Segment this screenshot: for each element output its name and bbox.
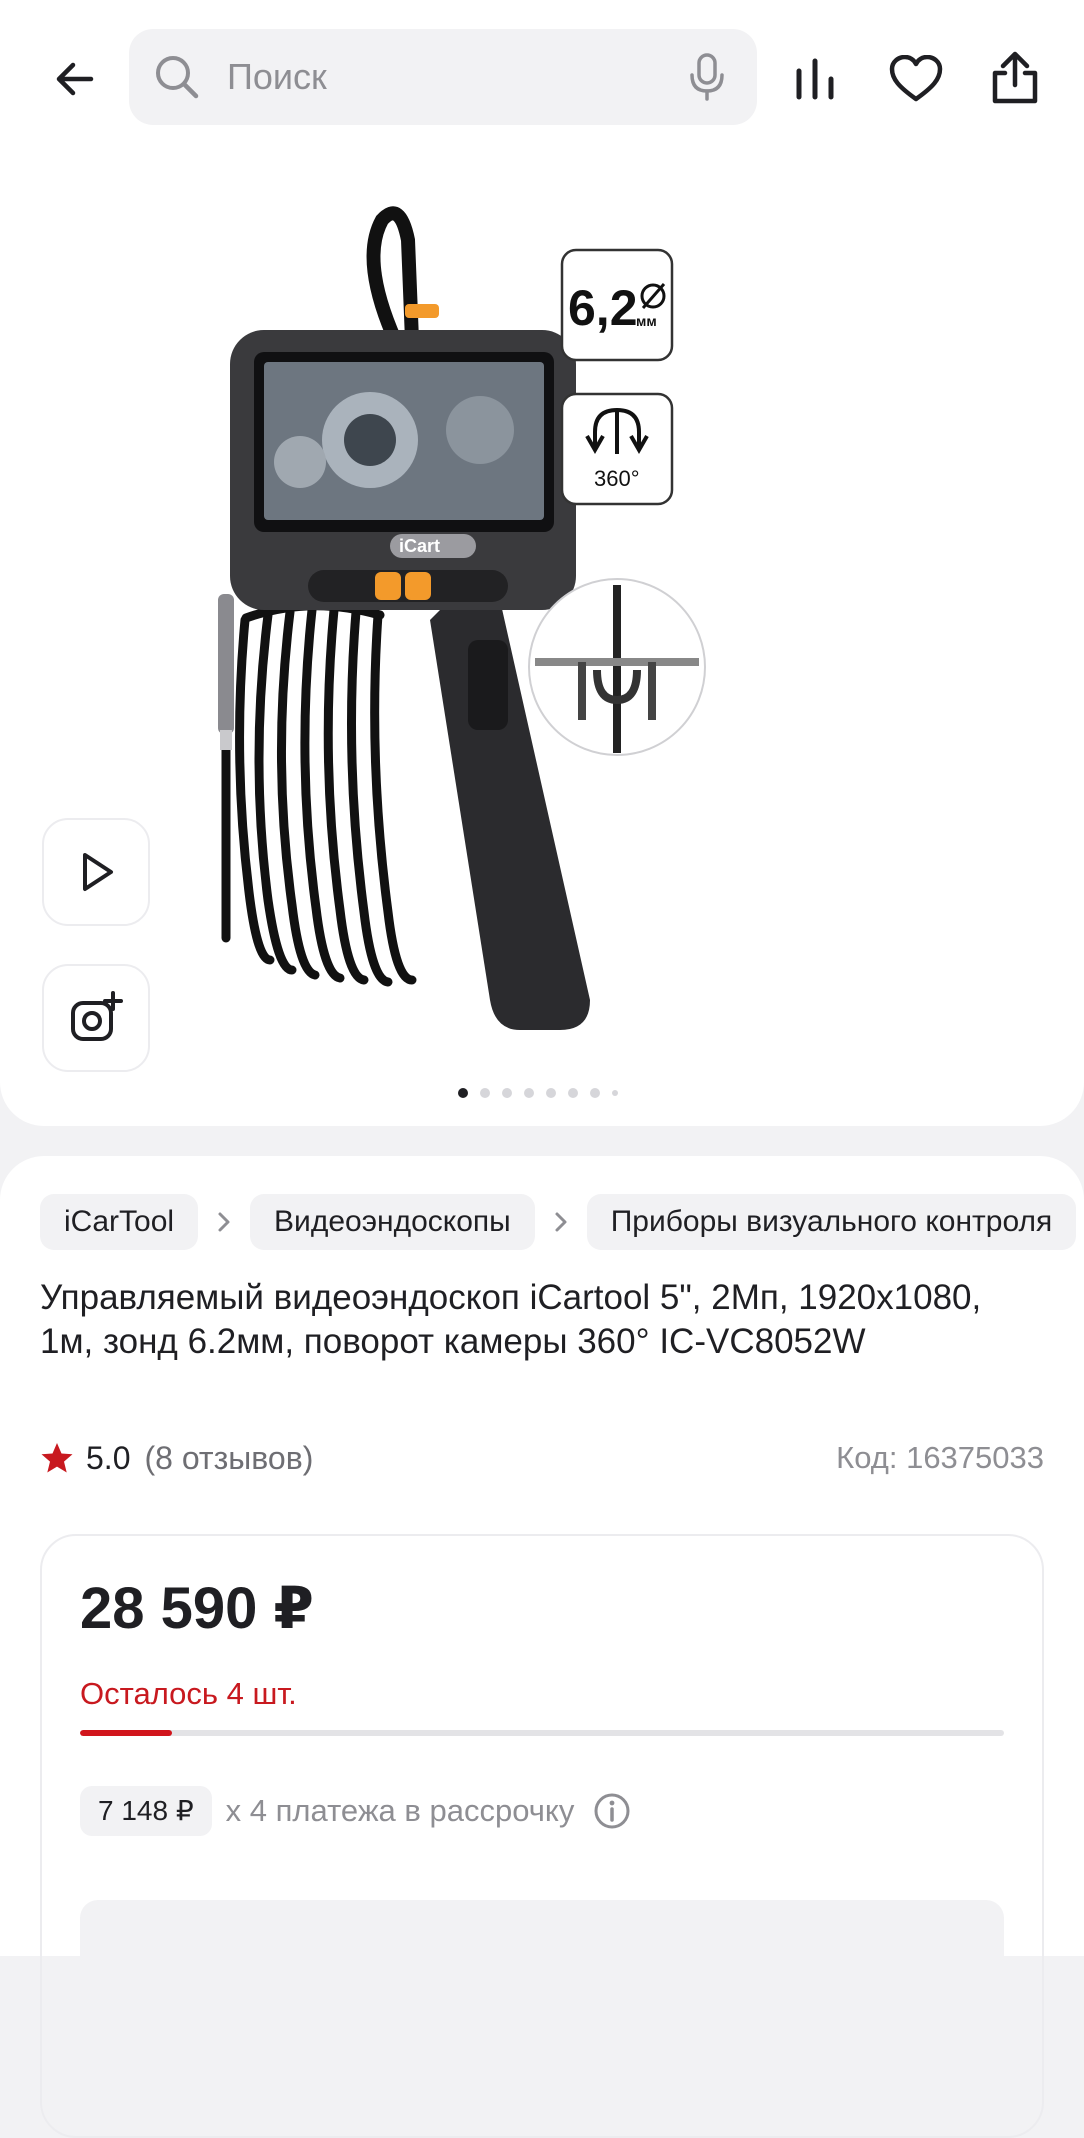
pagination-dot[interactable] xyxy=(590,1088,600,1098)
gallery-pagination[interactable] xyxy=(458,1088,618,1098)
heart-icon xyxy=(889,55,943,102)
pagination-dot[interactable] xyxy=(480,1088,490,1098)
rating-row: 5.0 (8 отзывов) Код: 16375033 xyxy=(40,1436,1044,1480)
play-icon xyxy=(83,853,113,891)
compare-button[interactable] xyxy=(780,44,850,114)
device-brand-label: iCart xyxy=(399,536,440,556)
pagination-dot[interactable] xyxy=(546,1088,556,1098)
product-gallery-card: Поиск iCart 6,2 мм 360° xyxy=(0,0,1084,1126)
chevron-right-icon xyxy=(535,1210,587,1234)
share-button[interactable] xyxy=(980,42,1050,114)
back-arrow-icon xyxy=(56,62,94,96)
photo-button[interactable] xyxy=(42,964,150,1072)
favorite-button[interactable] xyxy=(880,44,952,114)
product-info-card: iCarTool Видеоэндоскопы Приборы визуальн… xyxy=(0,1156,1084,2138)
stock-progress-bar xyxy=(80,1730,1004,1736)
price: 28 590 ₽ xyxy=(80,1576,314,1641)
price-block: 28 590 ₽ Осталось 4 шт. 7 148 ₽ x 4 плат… xyxy=(40,1534,1044,2138)
top-cable-illustration xyxy=(366,206,419,347)
mic-icon[interactable] xyxy=(683,51,731,103)
search-icon xyxy=(156,56,199,99)
info-icon[interactable] xyxy=(592,1791,632,1831)
installment-amount: 7 148 ₽ xyxy=(80,1786,212,1836)
share-icon xyxy=(992,51,1038,104)
add-photo-icon xyxy=(71,991,123,1041)
search-input[interactable]: Поиск xyxy=(129,29,757,125)
payment-option-panel[interactable] xyxy=(80,1900,1004,1980)
rotation-badge-value: 360° xyxy=(594,466,640,491)
diameter-badge: 6,2 мм xyxy=(560,248,674,362)
breadcrumb-item-brand[interactable]: iCarTool xyxy=(40,1194,199,1250)
rotation-badge: 360° xyxy=(560,392,674,506)
installment-row: 7 148 ₽ x 4 платежа в рассрочку xyxy=(80,1786,632,1836)
pagination-dot[interactable] xyxy=(524,1088,534,1098)
stock-remaining: Осталось 4 шт. xyxy=(80,1676,297,1711)
breadcrumb-item-parent-category[interactable]: Приборы визуального контроля xyxy=(586,1194,1077,1250)
pagination-dot[interactable] xyxy=(568,1088,578,1098)
pagination-dot[interactable] xyxy=(612,1090,618,1096)
product-title: Управляемый видеоэндоскоп iCartool 5", 2… xyxy=(40,1278,982,1361)
top-bar: Поиск xyxy=(0,0,1084,150)
probe-articulation-circle xyxy=(528,578,706,756)
probe-tip-illustration xyxy=(218,594,234,734)
reviews-link[interactable]: (8 отзывов) xyxy=(144,1440,313,1477)
probe-cable-illustration xyxy=(221,595,417,987)
diameter-badge-value: 6,2 xyxy=(568,280,638,336)
search-placeholder: Поиск xyxy=(227,56,327,97)
star-icon xyxy=(41,1443,73,1473)
diameter-badge-unit: мм xyxy=(636,313,657,329)
video-button[interactable] xyxy=(42,818,150,926)
installment-text: x 4 платежа в рассрочку xyxy=(225,1793,575,1828)
pagination-dot[interactable] xyxy=(458,1088,468,1098)
product-code: Код: 16375033 xyxy=(836,1440,1044,1475)
rating-value: 5.0 xyxy=(86,1439,131,1476)
breadcrumb: iCarTool Видеоэндоскопы Приборы визуальн… xyxy=(40,1194,1077,1250)
compare-icon xyxy=(796,58,834,100)
stock-progress-fill xyxy=(80,1730,173,1736)
back-button[interactable] xyxy=(40,44,110,114)
chevron-right-icon xyxy=(198,1210,250,1234)
product-image[interactable]: iCart 6,2 мм 360° xyxy=(150,200,890,1050)
pagination-dot[interactable] xyxy=(502,1088,512,1098)
breadcrumb-item-category[interactable]: Видеоэндоскопы xyxy=(250,1194,535,1250)
